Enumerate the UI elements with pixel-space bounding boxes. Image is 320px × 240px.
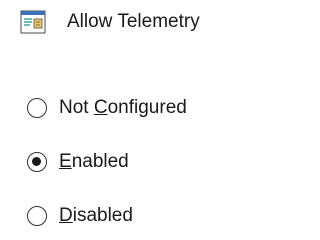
radio-disabled-label[interactable]: Disabled (59, 204, 133, 228)
radio-enabled[interactable]: Enabled (27, 148, 187, 176)
radio-enabled-label[interactable]: Enabled (59, 150, 129, 174)
radio-not-configured[interactable]: Not Configured (27, 94, 187, 122)
policy-setting-icon (20, 10, 46, 34)
radio-enabled-indicator[interactable] (27, 152, 47, 172)
radio-disabled[interactable]: Disabled (27, 202, 187, 230)
radio-not-configured-indicator[interactable] (27, 98, 47, 118)
radio-disabled-indicator[interactable] (27, 206, 47, 226)
policy-title: Allow Telemetry (67, 11, 200, 32)
policy-state-radio-group: Not Configured Enabled Disabled (27, 94, 187, 230)
policy-header: Allow Telemetry (20, 8, 200, 36)
radio-not-configured-label[interactable]: Not Configured (59, 96, 187, 120)
